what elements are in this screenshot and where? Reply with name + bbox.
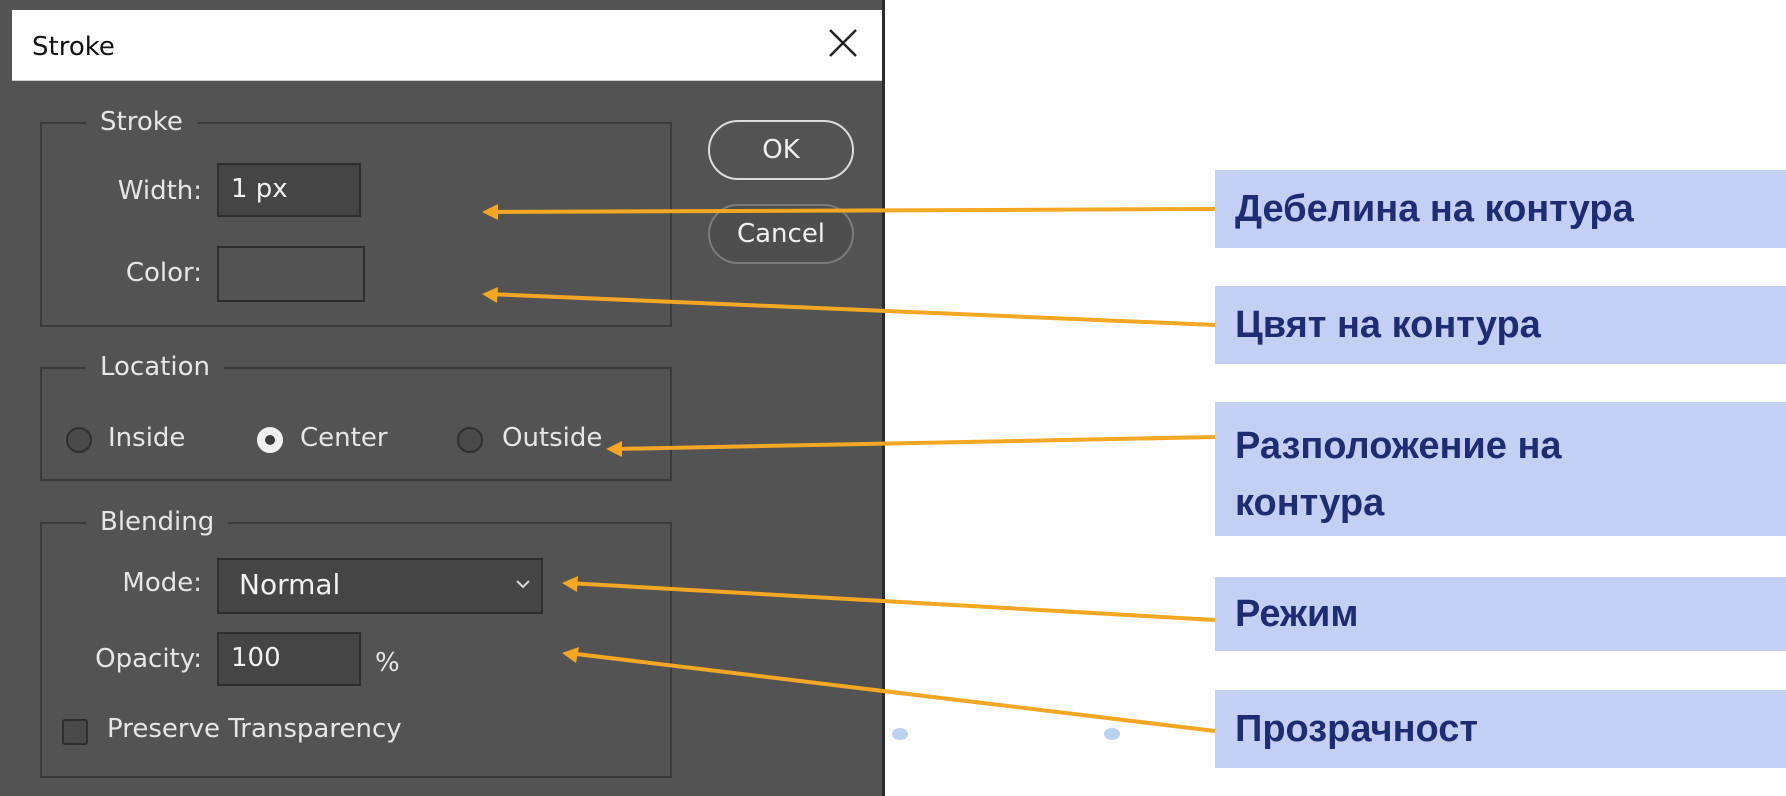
arrow-color bbox=[487, 292, 1216, 327]
arrowhead-location bbox=[606, 441, 622, 457]
arrowhead-width bbox=[482, 204, 498, 220]
arrowhead-mode bbox=[562, 576, 578, 592]
arrow-width bbox=[487, 207, 1216, 214]
arrow-location bbox=[613, 435, 1216, 451]
annotation-arrows bbox=[482, 204, 1216, 733]
arrow-mode bbox=[567, 581, 1216, 622]
arrowhead-opacity bbox=[562, 647, 579, 663]
arrow-opacity bbox=[567, 651, 1216, 733]
arrowhead-color bbox=[482, 287, 498, 303]
